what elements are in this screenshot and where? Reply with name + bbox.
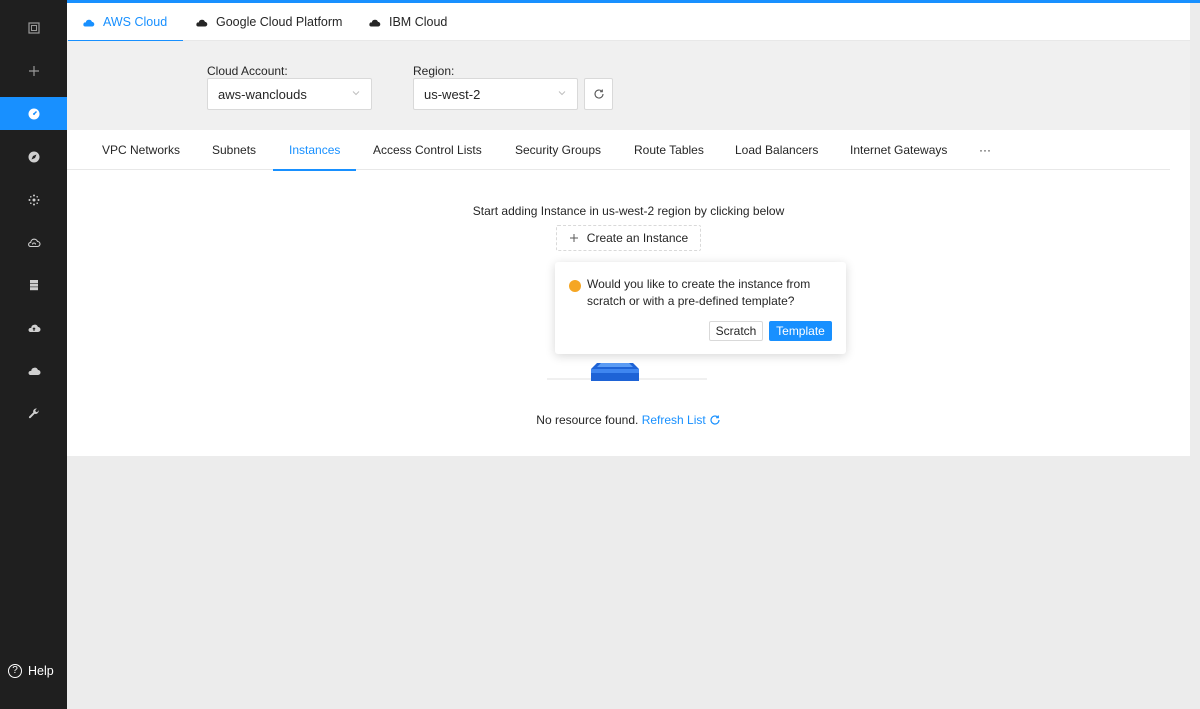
- cloud-account-label: Cloud Account:: [207, 64, 288, 78]
- tab-ibm-cloud[interactable]: IBM Cloud: [368, 3, 447, 41]
- tab-label: VPC Networks: [102, 143, 181, 157]
- refresh-list-label: Refresh List: [641, 413, 706, 427]
- tab-label: Instances: [289, 143, 341, 157]
- create-instance-label: Create an Instance: [586, 231, 689, 245]
- tab-label: Google Cloud Platform: [216, 15, 343, 29]
- tab-more[interactable]: ···: [979, 130, 991, 170]
- tab-internet-gateways[interactable]: Internet Gateways: [850, 130, 947, 170]
- database-icon[interactable]: [0, 268, 67, 301]
- refresh-button[interactable]: [584, 78, 613, 110]
- create-instance-button[interactable]: Create an Instance: [556, 225, 701, 251]
- cloud-account-value: aws-wanclouds: [218, 86, 307, 102]
- tab-instances[interactable]: Instances: [272, 130, 357, 171]
- more-icon: ···: [979, 143, 991, 157]
- gauge-icon[interactable]: [0, 97, 67, 130]
- tab-label: AWS Cloud: [103, 15, 168, 29]
- no-resource-message: No resource found. Refresh List: [67, 413, 1190, 427]
- dashboard-square-icon[interactable]: [0, 11, 67, 44]
- cluster-icon[interactable]: [0, 183, 67, 216]
- template-button[interactable]: Template: [769, 321, 832, 341]
- cloud-provider-tabs: AWS Cloud Google Cloud Platform IBM Clou…: [67, 3, 1190, 42]
- tab-label: Subnets: [212, 143, 257, 157]
- region-label: Region:: [413, 64, 455, 78]
- empty-hint: Start adding Instance in us-west-2 regio…: [472, 204, 785, 218]
- tab-load-balancers[interactable]: Load Balancers: [735, 130, 818, 170]
- refresh-icon: [710, 415, 720, 425]
- cloud-sync-icon[interactable]: [0, 226, 67, 259]
- chevron-down-icon: [558, 91, 566, 96]
- scratch-button[interactable]: Scratch: [709, 321, 763, 341]
- cloud-icon: [83, 19, 95, 26]
- tab-label: Internet Gateways: [850, 143, 948, 157]
- cloud-upload-icon[interactable]: [0, 311, 67, 344]
- cloud-icon: [369, 19, 381, 26]
- compass-icon[interactable]: [0, 140, 67, 173]
- tab-label: Access Control Lists: [373, 143, 482, 157]
- plus-icon[interactable]: [0, 54, 67, 87]
- sidebar: ? Help: [0, 0, 67, 709]
- refresh-icon: [593, 89, 604, 99]
- tab-label: Load Balancers: [735, 143, 819, 157]
- cloud-account-select[interactable]: aws-wanclouds: [207, 78, 372, 110]
- chevron-down-icon: [352, 91, 360, 96]
- question-icon: ?: [8, 664, 22, 678]
- tab-subnets[interactable]: Subnets: [212, 130, 256, 170]
- help-label: Help: [28, 664, 54, 678]
- filter-bar: Cloud Account: aws-wanclouds Region: us-…: [67, 41, 1190, 130]
- tab-access-control-lists[interactable]: Access Control Lists: [373, 130, 482, 170]
- tab-label: Route Tables: [634, 143, 704, 157]
- tab-security-groups[interactable]: Security Groups: [515, 130, 601, 170]
- region-select[interactable]: us-west-2: [413, 78, 578, 110]
- content-panel: VPC Networks Subnets Instances Access Co…: [67, 130, 1190, 456]
- tab-label: Security Groups: [515, 143, 602, 157]
- help-link[interactable]: ? Help: [8, 664, 54, 678]
- tab-google-cloud-platform[interactable]: Google Cloud Platform: [195, 3, 342, 41]
- exclamation-circle-icon: [569, 280, 581, 292]
- cloud-icon: [196, 19, 208, 26]
- main-area: AWS Cloud Google Cloud Platform IBM Clou…: [67, 3, 1190, 456]
- refresh-list-link[interactable]: Refresh List: [642, 413, 721, 427]
- tab-route-tables[interactable]: Route Tables: [634, 130, 704, 170]
- tab-label: IBM Cloud: [389, 15, 448, 29]
- plus-icon: [569, 234, 578, 242]
- wrench-icon[interactable]: [0, 397, 67, 430]
- tab-aws-cloud[interactable]: AWS Cloud: [67, 3, 184, 42]
- resource-tabs: VPC Networks Subnets Instances Access Co…: [67, 130, 1170, 171]
- create-instance-popover: Would you like to create the instance fr…: [555, 262, 846, 354]
- region-value: us-west-2: [424, 86, 481, 102]
- cloud-icon[interactable]: [0, 354, 67, 387]
- popover-message: Would you like to create the instance fr…: [587, 277, 811, 308]
- no-resource-text: No resource found.: [536, 413, 639, 427]
- tab-vpc-networks[interactable]: VPC Networks: [102, 130, 180, 170]
